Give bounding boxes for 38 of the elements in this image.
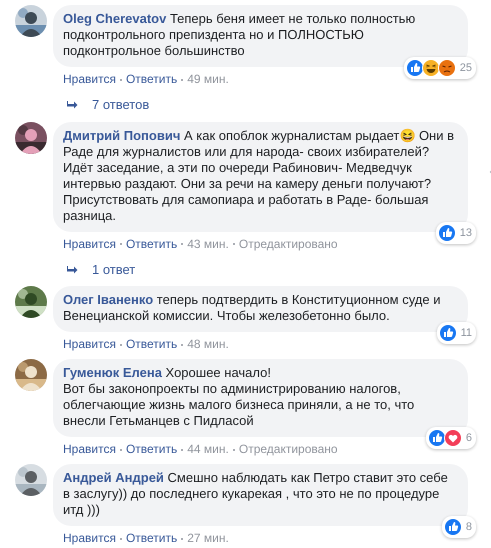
action-link[interactable]: Нравится: [63, 236, 116, 250]
thumbs-up-icon: [406, 59, 424, 77]
reaction-count: 6: [466, 431, 472, 446]
comment-text: Oleg Cherevatov Теперь беня имеет не только полностью подконтрольного препиздента но и ПОЛНОСТЬЮ подконтрольное большинство: [63, 11, 416, 59]
reaction-count: 11: [460, 326, 472, 341]
comment-time: 49 мин.: [187, 72, 229, 86]
reply-arrow-icon: [67, 264, 78, 274]
action-link[interactable]: Нравится: [63, 531, 116, 545]
comment-time: 44 мин.: [187, 442, 229, 456]
comment-time: 27 мин.: [187, 531, 229, 545]
action-link[interactable]: Нравится: [63, 442, 116, 456]
reaction-count: 25: [460, 61, 472, 76]
thumbs-up-icon: [444, 518, 462, 536]
reply-arrow-icon: [67, 100, 78, 110]
comment-text: Дмитрий Попович А как опоблок журналистам рыдает😆 Они в Раде для журналистов или для народа- своих избирателей? Идёт заседание, а эти по очереди Рабинович- Медведчук интервью раздают. Они за речи на камеру деньги получают? Присутствовать для самопиара и работать в Раде- большая разница.: [63, 128, 456, 224]
replies-link[interactable]: 1 ответ: [92, 260, 136, 279]
comment-text: Олег Іваненко теперь подтвердить в Конституционном суде и Венецианской комиссии. Чтобы железобетонно было.: [63, 292, 442, 324]
comment-time: 43 мин.: [187, 236, 229, 250]
laughing-face-icon: [422, 59, 440, 77]
comment-text: Гуменюк Елена Хорошее начало! Вот бы законопроекты по администрированию налогов, облегчающие жизнь малого бизнеса приняли, а не то, что внесли Гетьманцев с Пидласой: [63, 365, 416, 429]
edited-label: Отредактировано: [238, 442, 338, 456]
action-link[interactable]: Нравится: [63, 337, 116, 351]
comment-text: Андрей Андрей Смешно наблюдать как Петро ставит это себе в заслугу)) до последнего кукарекая , что это не по процедуре итд ))): [63, 470, 449, 518]
thumbs-up-icon: [438, 224, 456, 242]
thumbs-up-icon: [438, 324, 457, 342]
replies-link[interactable]: 7 ответов: [92, 95, 150, 114]
angry-face-icon: [438, 59, 456, 77]
action-link[interactable]: Ответить: [126, 72, 178, 86]
action-link[interactable]: Ответить: [126, 531, 178, 545]
thumbs-up-icon: [428, 429, 446, 447]
reaction-count: 13: [460, 226, 472, 240]
action-link[interactable]: Ответить: [126, 442, 178, 456]
action-link[interactable]: Ответить: [126, 337, 178, 351]
action-link[interactable]: Ответить: [126, 236, 178, 250]
comment-time: 48 мин.: [187, 337, 229, 351]
action-link[interactable]: Нравится: [63, 72, 116, 86]
edited-label: Отредактировано: [238, 236, 338, 250]
reaction-count: 8: [466, 520, 472, 535]
